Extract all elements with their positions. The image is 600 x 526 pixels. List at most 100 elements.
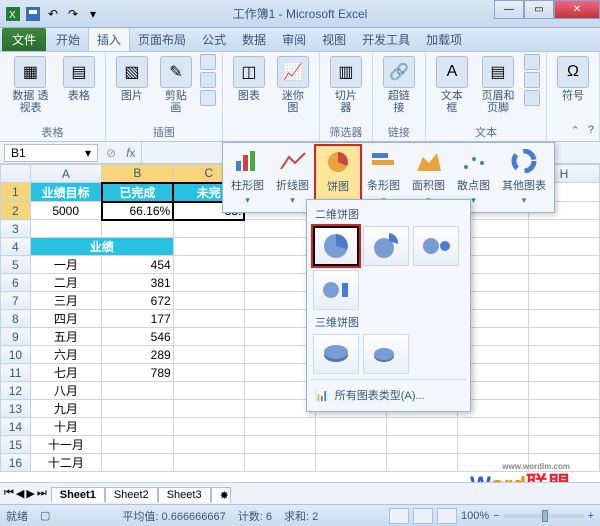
layout-view-button[interactable] — [413, 508, 433, 524]
sheet-tab[interactable]: Sheet3 — [158, 487, 211, 502]
smartart-icon[interactable] — [200, 72, 216, 88]
table-button[interactable]: ▤表格 — [59, 54, 99, 104]
zoom-in-button[interactable]: + — [588, 510, 594, 522]
minimize-button[interactable]: — — [494, 0, 524, 19]
collapse-ribbon-icon[interactable]: ⌃ — [571, 124, 580, 137]
row-header[interactable]: 7 — [1, 292, 31, 310]
row-header[interactable]: 1 — [1, 183, 31, 202]
cell[interactable]: 二月 — [30, 274, 101, 292]
name-box[interactable]: B1▾ — [4, 144, 98, 162]
cell[interactable]: 五月 — [30, 328, 101, 346]
tab-data[interactable]: 数据 — [234, 28, 274, 51]
save-icon[interactable] — [24, 5, 42, 23]
row-header[interactable]: 12 — [1, 382, 31, 400]
tab-home[interactable]: 开始 — [48, 28, 88, 51]
cell[interactable]: 七月 — [30, 364, 101, 382]
sparklines-button[interactable]: 📈迷你图 — [273, 54, 313, 116]
hyperlink-button[interactable]: 🔗超链接 — [379, 54, 419, 116]
picture-button[interactable]: ▧图片 — [112, 54, 152, 104]
column-chart-button[interactable]: 柱形图▾ — [225, 145, 270, 210]
slicer-button[interactable]: ▥切片器 — [326, 54, 366, 116]
cell[interactable]: 十一月 — [30, 436, 101, 454]
cell[interactable]: 九月 — [30, 400, 101, 418]
row-header[interactable]: 10 — [1, 346, 31, 364]
cell[interactable] — [102, 382, 174, 400]
other-chart-button[interactable]: 其他图表▾ — [496, 145, 552, 210]
pie-2d-exploded-button[interactable] — [363, 226, 409, 266]
row-header[interactable]: 13 — [1, 400, 31, 418]
zoom-slider[interactable] — [504, 514, 584, 518]
zoom-out-button[interactable]: − — [493, 510, 499, 522]
prev-sheet-icon[interactable]: ◀ — [16, 487, 24, 500]
cell[interactable]: 业绩目标 — [30, 183, 101, 202]
close-button[interactable]: ✕ — [554, 0, 600, 19]
pivot-button[interactable]: ▦数据 透视表 — [6, 54, 55, 116]
sigline-icon[interactable] — [524, 72, 540, 88]
row-header[interactable]: 8 — [1, 310, 31, 328]
normal-view-button[interactable] — [389, 508, 409, 524]
help-icon[interactable]: ? — [588, 124, 594, 137]
col-header[interactable]: A — [30, 165, 101, 183]
tab-addins[interactable]: 加载项 — [418, 28, 470, 51]
clipart-button[interactable]: ✎剪贴画 — [156, 54, 196, 116]
screenshot-icon[interactable] — [200, 90, 216, 106]
tab-layout[interactable]: 页面布局 — [130, 28, 194, 51]
cell[interactable]: 5000 — [30, 202, 101, 220]
cell[interactable]: 289 — [102, 346, 174, 364]
cell[interactable]: 789 — [102, 364, 174, 382]
row-header[interactable]: 16 — [1, 454, 31, 472]
row-header[interactable]: 11 — [1, 364, 31, 382]
cell[interactable]: 一月 — [30, 256, 101, 274]
cell[interactable]: 381 — [102, 274, 174, 292]
select-all[interactable] — [1, 165, 31, 183]
cell[interactable] — [102, 454, 174, 472]
fx-icon[interactable]: fx — [120, 146, 141, 160]
cell[interactable] — [102, 418, 174, 436]
row-header[interactable]: 14 — [1, 418, 31, 436]
row-header[interactable]: 2 — [1, 202, 31, 220]
qat-dropdown-icon[interactable]: ▾ — [84, 5, 102, 23]
cell[interactable]: 十月 — [30, 418, 101, 436]
maximize-button[interactable]: ▭ — [524, 0, 554, 19]
cell[interactable]: 已完成 — [102, 183, 174, 202]
cell[interactable]: 四月 — [30, 310, 101, 328]
chevron-down-icon[interactable]: ▾ — [85, 146, 91, 160]
charts-button[interactable]: ◫图表 — [229, 54, 269, 104]
sheet-tab[interactable]: Sheet1 — [51, 487, 105, 502]
row-header[interactable]: 5 — [1, 256, 31, 274]
tab-formula[interactable]: 公式 — [194, 28, 234, 51]
cell[interactable]: 66.16% — [102, 202, 174, 220]
cell[interactable]: 八月 — [30, 382, 101, 400]
pie-3d-exploded-button[interactable] — [363, 334, 409, 374]
cell[interactable] — [102, 400, 174, 418]
cell[interactable]: 十二月 — [30, 454, 101, 472]
first-sheet-icon[interactable]: ⏮ — [4, 487, 14, 500]
cell[interactable]: 177 — [102, 310, 174, 328]
pie-2d-basic-button[interactable] — [313, 226, 359, 266]
row-header[interactable]: 4 — [1, 238, 31, 256]
cell[interactable] — [102, 436, 174, 454]
col-header[interactable]: B — [102, 165, 174, 183]
row-header[interactable]: 6 — [1, 274, 31, 292]
all-chart-types-button[interactable]: 📊所有图表类型(A)... — [311, 383, 466, 407]
zoom-level[interactable]: 100% — [461, 510, 489, 522]
tab-insert[interactable]: 插入 — [88, 27, 130, 51]
row-header[interactable]: 9 — [1, 328, 31, 346]
row-header[interactable]: 15 — [1, 436, 31, 454]
pie-of-pie-button[interactable] — [413, 226, 459, 266]
shapes-icon[interactable] — [200, 54, 216, 70]
cell[interactable]: 672 — [102, 292, 174, 310]
symbol-button[interactable]: Ω符号 — [553, 54, 593, 104]
file-tab[interactable]: 文件 — [2, 28, 46, 51]
redo-icon[interactable]: ↷ — [64, 5, 82, 23]
sheet-tab[interactable]: Sheet2 — [105, 487, 158, 502]
pie-3d-basic-button[interactable] — [313, 334, 359, 374]
cell[interactable]: 业绩 — [30, 238, 173, 256]
cell[interactable]: 六月 — [30, 346, 101, 364]
headerfooter-button[interactable]: ▤页眉和页脚 — [476, 54, 520, 116]
undo-icon[interactable]: ↶ — [44, 5, 62, 23]
bar-of-pie-button[interactable] — [313, 270, 359, 310]
textbox-button[interactable]: A文本框 — [432, 54, 472, 116]
cell[interactable]: 546 — [102, 328, 174, 346]
record-macro-icon[interactable]: ▢ — [40, 509, 50, 522]
